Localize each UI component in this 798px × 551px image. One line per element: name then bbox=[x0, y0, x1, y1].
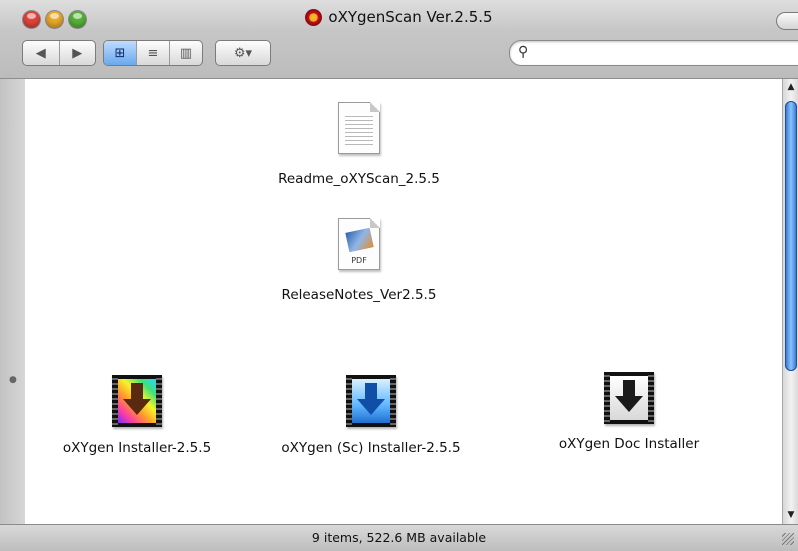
installer-rainbow-icon bbox=[112, 375, 162, 427]
gear-icon: ⚙▾ bbox=[233, 45, 253, 61]
file-releasenotes[interactable]: PDF ReleaseNotes_Ver2.5.5 bbox=[239, 218, 479, 303]
file-installer[interactable]: oXYgen Installer-2.5.5 bbox=[17, 375, 257, 456]
search-field[interactable]: ⚲ bbox=[509, 40, 798, 66]
file-label: ReleaseNotes_Ver2.5.5 bbox=[281, 287, 437, 303]
window-toolbar: oXYgenScan Ver.2.5.5 ◀ ▶ ⊞ ≡ ▥ ⚙▾ ⚲ bbox=[0, 0, 798, 79]
installer-white-icon bbox=[604, 372, 654, 424]
files-area: Readme_oXYScan_2.5.5 PDF ReleaseNotes_Ve… bbox=[25, 79, 782, 524]
forward-button[interactable]: ▶ bbox=[60, 41, 96, 65]
search-icon: ⚲ bbox=[518, 44, 529, 60]
file-label: oXYgen (Sc) Installer-2.5.5 bbox=[281, 440, 461, 456]
resize-grip-icon[interactable] bbox=[782, 533, 794, 545]
app-icon bbox=[305, 8, 323, 26]
file-readme[interactable]: Readme_oXYScan_2.5.5 bbox=[239, 102, 479, 187]
file-label: oXYgen Installer-2.5.5 bbox=[62, 440, 212, 456]
icon-view-button[interactable]: ⊞ bbox=[104, 41, 137, 65]
text-document-icon bbox=[338, 102, 380, 154]
back-button[interactable]: ◀ bbox=[23, 41, 60, 65]
installer-blue-icon bbox=[346, 375, 396, 427]
file-doc-installer[interactable]: oXYgen Doc Installer bbox=[509, 372, 749, 452]
file-sc-installer[interactable]: oXYgen (Sc) Installer-2.5.5 bbox=[251, 375, 491, 456]
sidebar-handle[interactable]: ● bbox=[9, 375, 17, 385]
toolbar-toggle-button[interactable] bbox=[776, 12, 798, 30]
pdf-badge: PDF bbox=[351, 256, 367, 265]
column-view-button[interactable]: ▥ bbox=[170, 41, 202, 65]
scroll-down-arrow-icon[interactable]: ▼ bbox=[783, 510, 798, 520]
status-bar: 9 items, 522.6 MB available bbox=[0, 524, 798, 551]
list-view-button[interactable]: ≡ bbox=[137, 41, 170, 65]
vertical-scrollbar[interactable]: ▲ ▼ bbox=[782, 79, 798, 524]
sidebar-collapsed: ● bbox=[0, 79, 25, 524]
window-title: oXYgenScan Ver.2.5.5 bbox=[0, 8, 798, 30]
column-view-icon: ▥ bbox=[179, 45, 193, 61]
window-title-text: oXYgenScan Ver.2.5.5 bbox=[328, 8, 493, 26]
action-menu: ⚙▾ bbox=[215, 40, 271, 66]
scroll-thumb[interactable] bbox=[785, 101, 797, 371]
view-mode-buttons: ⊞ ≡ ▥ bbox=[103, 40, 203, 66]
file-label: Readme_oXYScan_2.5.5 bbox=[278, 171, 440, 187]
status-text: 9 items, 522.6 MB available bbox=[311, 530, 487, 545]
pdf-document-icon: PDF bbox=[338, 218, 380, 270]
scroll-up-arrow-icon[interactable]: ▲ bbox=[783, 82, 798, 92]
back-arrow-icon: ◀ bbox=[35, 45, 46, 61]
file-label: oXYgen Doc Installer bbox=[558, 436, 700, 452]
finder-window: oXYgenScan Ver.2.5.5 ◀ ▶ ⊞ ≡ ▥ ⚙▾ ⚲ ● Re… bbox=[0, 0, 798, 551]
list-view-icon: ≡ bbox=[147, 45, 159, 61]
action-menu-button[interactable]: ⚙▾ bbox=[216, 41, 270, 65]
navigation-buttons: ◀ ▶ bbox=[22, 40, 96, 66]
icon-view-icon: ⊞ bbox=[114, 45, 126, 61]
forward-arrow-icon: ▶ bbox=[72, 45, 83, 61]
